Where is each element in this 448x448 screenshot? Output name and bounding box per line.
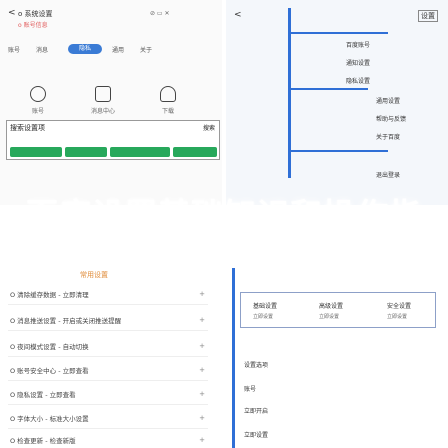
panel-label-1: 账号 <box>244 386 257 393</box>
settings-tab-2[interactable]: 安全设置 <box>387 301 411 310</box>
plus-icon[interactable]: + <box>199 414 205 422</box>
right-item-3[interactable]: 通用设置 <box>376 96 400 105</box>
search-box-label: 搜索设置项 <box>10 124 45 132</box>
plus-icon[interactable]: + <box>199 436 205 444</box>
list-item[interactable]: O 夜间模式设置 - 自动切换 + <box>10 336 205 356</box>
account-icon[interactable] <box>30 86 46 102</box>
menu-item-2[interactable]: 隐私 <box>68 44 102 54</box>
menu-item-1[interactable]: 消息 <box>36 45 48 54</box>
settings-tab-1[interactable]: 高级设置 <box>319 301 343 310</box>
list-item-text: O 隐私设置 - 立即查看 <box>10 391 76 399</box>
plus-icon[interactable]: + <box>199 366 205 374</box>
list-item[interactable]: O 隐私设置 - 立即查看 + <box>10 384 205 404</box>
list-item-text: O 清除缓存数据 - 立即清理 <box>10 291 89 299</box>
menu-tabs: 账号 消息 隐私 通用 关于 <box>8 44 218 56</box>
settings-tabs-panel: 基础设置 高级设置 安全设置 立即设置 立即设置 立即设置 <box>240 292 436 328</box>
divider <box>8 304 208 305</box>
overlay-title-line-2: 南全解析 <box>157 235 290 271</box>
plus-icon[interactable]: + <box>199 316 205 324</box>
list-item-text: O 夜间模式设置 - 自动切换 <box>10 343 89 351</box>
connector-line-h2 <box>288 88 368 90</box>
right-item-1[interactable]: 通知设置 <box>346 58 370 67</box>
list-item-text: O 字体大小 - 标准大小设置 <box>10 415 89 423</box>
right-item-4[interactable]: 帮助与反馈 <box>376 114 406 123</box>
list-item[interactable]: O 字体大小 - 标准大小设置 + <box>10 408 205 428</box>
menu-item-4[interactable]: 关于 <box>140 45 152 54</box>
settings-tab-sub-1: 立即设置 <box>319 314 340 320</box>
green-bar-1 <box>65 147 107 157</box>
plus-icon[interactable]: + <box>199 390 205 398</box>
list-item-text: O 消息推送设置 - 开启或关闭推送提醒 <box>10 317 122 325</box>
green-bar-3 <box>173 147 217 157</box>
download-icon[interactable] <box>160 86 176 102</box>
right-item-2[interactable]: 隐私设置 <box>346 76 370 85</box>
menu-item-3[interactable]: 通用 <box>112 45 124 54</box>
connector-line-h1 <box>288 32 388 34</box>
green-bar-0 <box>10 147 62 157</box>
divider <box>8 380 208 381</box>
divider <box>8 404 208 405</box>
search-panel: 搜索设置项 搜索 <box>6 120 220 160</box>
status-bar-icon: ⊘ ▭ ✕ <box>150 10 170 17</box>
right-back-icon[interactable]: < <box>234 10 242 20</box>
divider <box>8 356 208 357</box>
list-item-text: O 检查更新 - 检查新版 <box>10 437 76 445</box>
plus-icon[interactable]: + <box>199 342 205 350</box>
back-arrow-icon[interactable]: < <box>8 8 16 18</box>
divider <box>8 428 208 429</box>
panel-label-0: 设置选项 <box>244 362 269 369</box>
right-item-0[interactable]: 百度账号 <box>346 40 370 49</box>
right-item-5[interactable]: 关于百度 <box>376 132 400 141</box>
right-item-6[interactable]: 退出登录 <box>376 170 400 179</box>
green-bar-2 <box>110 147 170 157</box>
divider <box>8 330 208 331</box>
menu-item-0[interactable]: 账号 <box>8 45 20 54</box>
settings-tab-0[interactable]: 基础设置 <box>253 301 277 310</box>
message-icon[interactable] <box>95 86 111 102</box>
icon-label-0: 账号 <box>31 108 44 115</box>
list-item[interactable]: O 检查更新 - 检查新版 + <box>10 430 205 448</box>
right-screenshot: < 设置 百度账号 通知设置 隐私设置 通用设置 帮助与反馈 关于百度 退出登录 <box>226 0 448 205</box>
panel-label-3[interactable]: 立即设置 <box>244 430 268 439</box>
list-header: 常用设置 <box>80 271 108 279</box>
plus-icon[interactable]: + <box>199 290 205 298</box>
list-item-text: O 账号安全中心 - 立即查看 <box>10 367 89 375</box>
icon-label-1: 消息中心 <box>90 108 115 115</box>
nav-title: o 系统设置 <box>18 10 53 18</box>
settings-tab-sub-2: 立即设置 <box>387 314 408 320</box>
settings-tab-sub-0: 立即设置 <box>253 314 274 320</box>
list-item[interactable]: O 消息推送设置 - 开启或关闭推送提醒 + <box>10 310 205 330</box>
icon-label-2: 下载 <box>161 108 174 115</box>
bottom-connector-line <box>232 268 235 448</box>
left-screenshot: < o 系统设置 o 账号信息 ⊘ ▭ ✕ 账号 消息 隐私 通用 关于 账号 … <box>0 0 222 205</box>
search-button[interactable]: 搜索 <box>203 123 215 132</box>
nav-sub: o 账号信息 <box>18 22 48 29</box>
connector-line-h3 <box>288 150 388 152</box>
list-item[interactable]: O 账号安全中心 - 立即查看 + <box>10 360 205 380</box>
right-tag: 设置 <box>418 10 438 22</box>
panel-label-2[interactable]: 立即开启 <box>244 406 268 415</box>
list-item[interactable]: O 清除缓存数据 - 立即清理 + <box>10 284 205 304</box>
